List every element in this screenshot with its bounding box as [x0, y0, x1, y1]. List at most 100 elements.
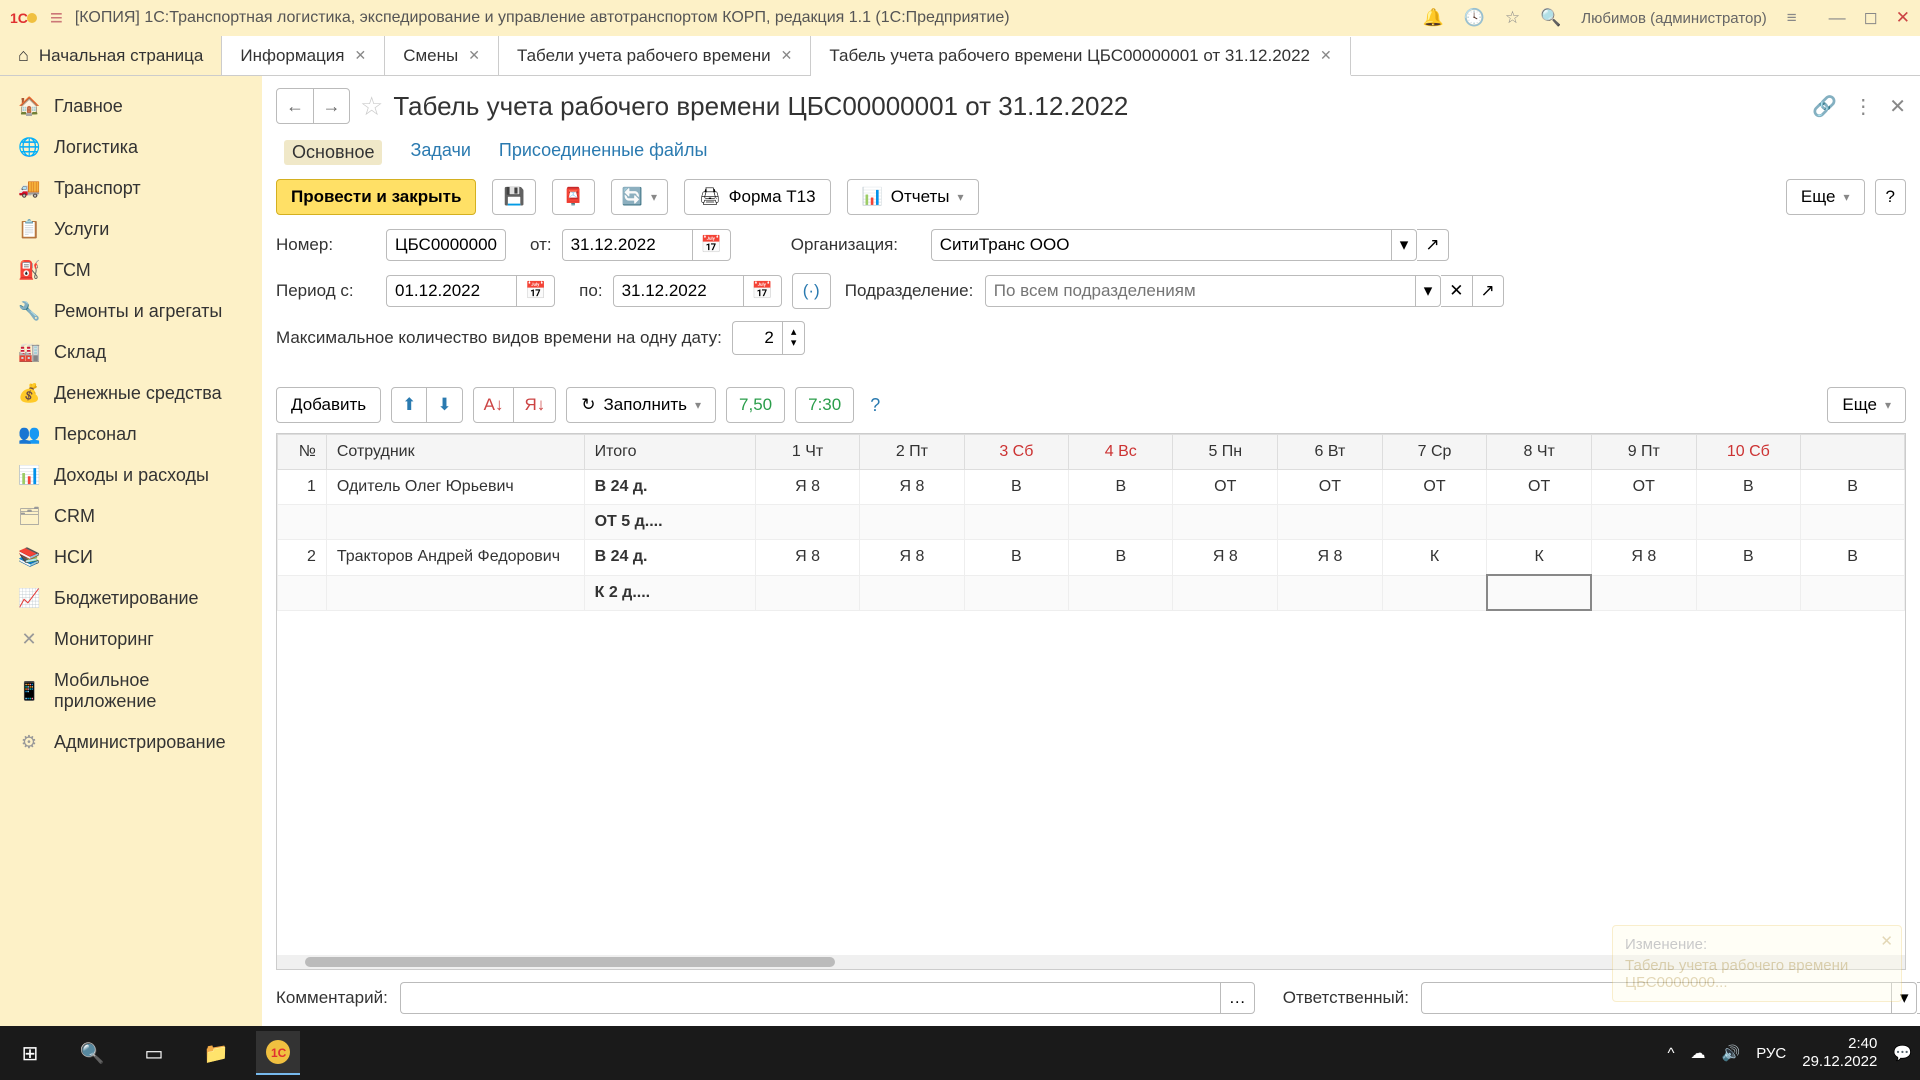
sort-desc-button[interactable]: Я↓	[513, 388, 555, 422]
cell-day[interactable]: В	[1069, 540, 1173, 576]
search-icon[interactable]: 🔍	[1540, 8, 1561, 28]
cell-day[interactable]: ОТ	[1382, 470, 1487, 505]
open-icon[interactable]: ↗	[1473, 275, 1504, 307]
tab-close-icon[interactable]: ✕	[1320, 47, 1332, 64]
close-icon[interactable]: ✕	[1896, 8, 1910, 28]
cell-day[interactable]: Я 8	[860, 470, 964, 505]
notification-toast[interactable]: ✕ Изменение: Табель учета рабочего време…	[1612, 925, 1902, 1002]
cell-selected[interactable]	[1487, 575, 1592, 610]
hours-decimal[interactable]: 7,50	[726, 387, 785, 423]
col-day-5[interactable]: 5 Пн	[1173, 435, 1278, 470]
history-icon[interactable]: 🕓	[1464, 8, 1485, 28]
cell-day[interactable]: Я 8	[1278, 540, 1383, 576]
tray-cloud-icon[interactable]: ☁	[1691, 1044, 1706, 1062]
move-up-button[interactable]: ⬆	[392, 388, 426, 422]
fill-button[interactable]: ↻ Заполнить ▾	[566, 387, 716, 423]
post-button[interactable]: 📮	[552, 179, 595, 215]
sidebar-item-nsi[interactable]: 📚НСИ	[0, 537, 262, 578]
cell-day[interactable]: ОТ	[1173, 470, 1278, 505]
bell-icon[interactable]: 🔔	[1423, 8, 1444, 28]
dept-input[interactable]	[985, 275, 1415, 307]
sidebar-item-budget[interactable]: 📈Бюджетирование	[0, 578, 262, 619]
open-icon[interactable]: ↗	[1417, 229, 1448, 261]
cell-day[interactable]: Я 8	[755, 470, 859, 505]
cell-day[interactable]: В	[1696, 540, 1801, 576]
dropdown-icon[interactable]: ▾	[1415, 275, 1442, 307]
back-button[interactable]: ←	[277, 89, 313, 123]
sidebar-item-mobile[interactable]: 📱Мобильное приложение	[0, 660, 262, 722]
star-icon[interactable]: ☆	[1505, 8, 1520, 28]
subtab-tasks[interactable]: Задачи	[410, 140, 470, 165]
tab-close-icon[interactable]: ✕	[468, 47, 480, 64]
cell-day[interactable]: В	[964, 540, 1069, 576]
taskview-button[interactable]: ▭	[132, 1031, 176, 1075]
calendar-icon[interactable]: 📅	[516, 275, 555, 307]
sidebar-item-services[interactable]: 📋Услуги	[0, 209, 262, 250]
sidebar-item-income[interactable]: 📊Доходы и расходы	[0, 455, 262, 496]
tab-close-icon[interactable]: ✕	[354, 47, 366, 64]
sidebar-item-transport[interactable]: 🚚Транспорт	[0, 168, 262, 209]
forward-button[interactable]: →	[313, 89, 349, 123]
col-day-4[interactable]: 4 Вс	[1069, 435, 1173, 470]
settings-icon[interactable]: ≡	[1787, 8, 1797, 28]
spinner-buttons[interactable]: ▴▾	[782, 321, 806, 355]
sidebar-item-fuel[interactable]: ⛽ГСМ	[0, 250, 262, 291]
favorite-star-icon[interactable]: ☆	[360, 91, 383, 122]
sidebar-item-monitoring[interactable]: ✕Мониторинг	[0, 619, 262, 660]
tab-timesheet-doc[interactable]: Табель учета рабочего времени ЦБС0000000…	[811, 37, 1350, 76]
more-button[interactable]: Еще ▾	[1786, 179, 1865, 215]
cell-day[interactable]: К	[1382, 540, 1487, 576]
notification-close-icon[interactable]: ✕	[1880, 932, 1893, 950]
max-types-input[interactable]	[732, 321, 782, 355]
close-page-icon[interactable]: ✕	[1889, 94, 1906, 119]
tab-info[interactable]: Информация ✕	[222, 36, 385, 75]
calendar-icon[interactable]: 📅	[692, 229, 731, 261]
table-row[interactable]: 1 Одитель Олег Юрьевич В 24 д. Я 8 Я 8 В…	[278, 470, 1905, 505]
reports-button[interactable]: 📊 Отчеты ▾	[847, 179, 979, 215]
cell-day[interactable]: В	[1069, 470, 1173, 505]
period-from-input[interactable]	[386, 275, 516, 307]
subtab-files[interactable]: Присоединенные файлы	[499, 140, 708, 165]
app-1c-button[interactable]: 1C	[256, 1031, 300, 1075]
col-day-3[interactable]: 3 Сб	[964, 435, 1069, 470]
org-input[interactable]	[931, 229, 1391, 261]
cell-day[interactable]: ОТ	[1487, 470, 1592, 505]
comment-input[interactable]	[400, 982, 1220, 1014]
help-icon[interactable]: ?	[870, 395, 880, 416]
col-day-9[interactable]: 9 Пт	[1591, 435, 1696, 470]
col-num[interactable]: №	[278, 435, 327, 470]
cell-day[interactable]: Я 8	[755, 540, 859, 576]
grid-more-button[interactable]: Еще ▾	[1827, 387, 1906, 423]
col-day-1[interactable]: 1 Чт	[755, 435, 859, 470]
sidebar-item-admin[interactable]: ⚙Администрирование	[0, 722, 262, 763]
save-button[interactable]: 💾	[492, 179, 535, 215]
sidebar-item-crm[interactable]: 🗂CRM	[0, 496, 262, 537]
start-button[interactable]: ⊞	[8, 1031, 52, 1075]
tab-timesheets[interactable]: Табели учета рабочего времени ✕	[499, 36, 811, 75]
add-button[interactable]: Добавить	[276, 387, 381, 423]
col-day-2[interactable]: 2 Пт	[860, 435, 964, 470]
table-row[interactable]: 2 Тракторов Андрей Федорович В 24 д. Я 8…	[278, 540, 1905, 576]
cell-day[interactable]: Я 8	[1591, 540, 1696, 576]
cell-day[interactable]: Я 8	[860, 540, 964, 576]
link-icon[interactable]: 🔗	[1812, 94, 1837, 119]
cell-day[interactable]: В	[1696, 470, 1801, 505]
number-input[interactable]	[386, 229, 506, 261]
create-based-on-button[interactable]: 🔄 ▾	[611, 179, 668, 215]
tab-shifts[interactable]: Смены ✕	[385, 36, 499, 75]
col-day-10[interactable]: 10 Сб	[1696, 435, 1801, 470]
minimize-icon[interactable]: —	[1829, 8, 1846, 28]
subtab-main[interactable]: Основное	[284, 140, 382, 165]
user-label[interactable]: Любимов (администратор)	[1581, 10, 1766, 27]
col-day-7[interactable]: 7 Ср	[1382, 435, 1487, 470]
col-total[interactable]: Итого	[584, 435, 755, 470]
cell-day[interactable]: ОТ	[1278, 470, 1383, 505]
tray-chevron-icon[interactable]: ^	[1667, 1045, 1674, 1062]
explorer-button[interactable]: 📁	[194, 1031, 238, 1075]
sidebar-item-repairs[interactable]: 🔧Ремонты и агрегаты	[0, 291, 262, 332]
form-t13-button[interactable]: 🖨 Форма Т13	[684, 179, 831, 215]
more-icon[interactable]: ⋮	[1853, 94, 1873, 119]
cell-day[interactable]: В	[1801, 470, 1905, 505]
tray-notifications-icon[interactable]: 💬	[1893, 1044, 1912, 1062]
period-to-input[interactable]	[613, 275, 743, 307]
